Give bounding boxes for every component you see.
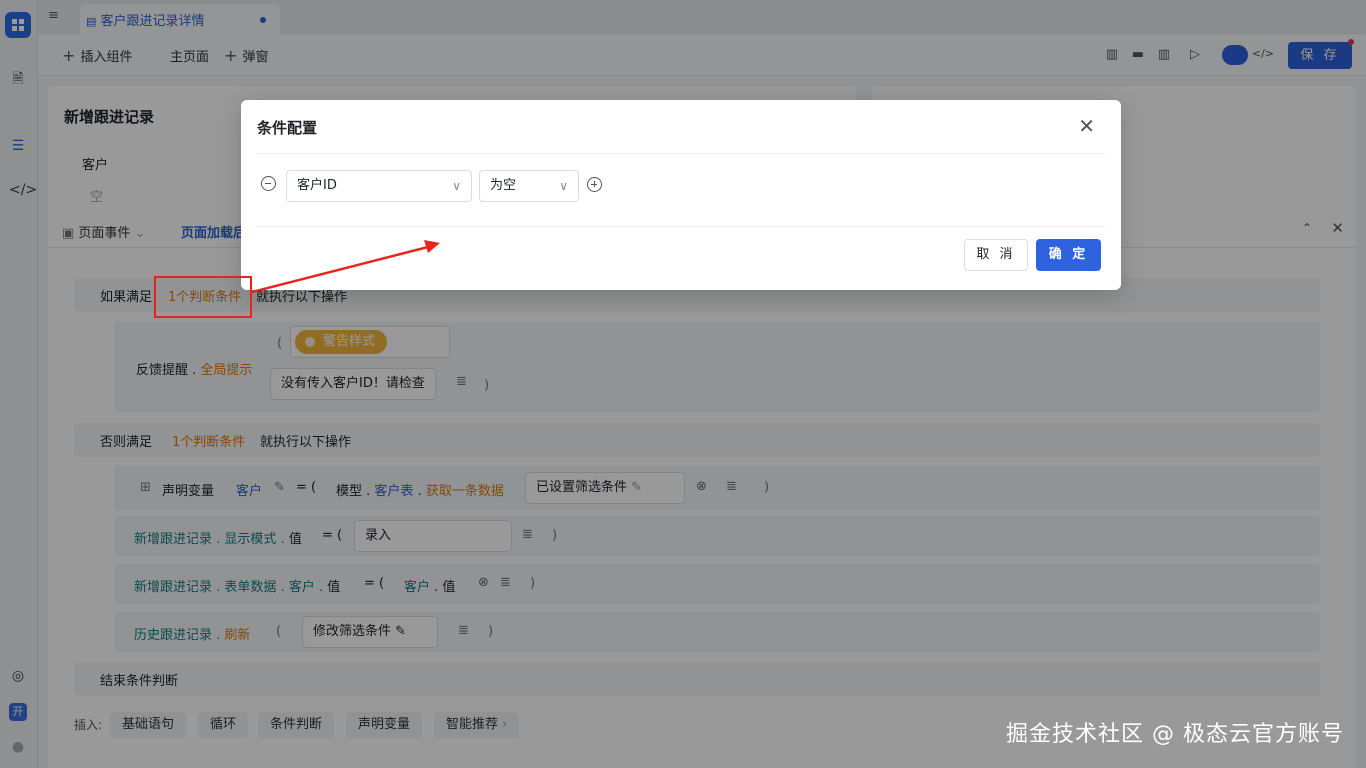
- annotation-arrow: [251, 240, 440, 294]
- watermark-text: 掘金技术社区 @ 极态云官方账号: [1006, 722, 1344, 747]
